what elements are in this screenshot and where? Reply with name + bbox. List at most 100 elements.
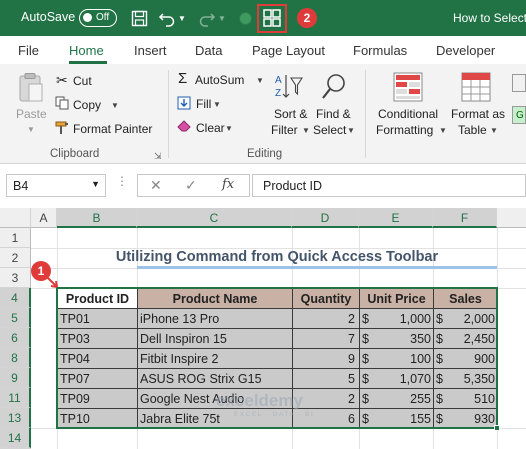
autosave-toggle[interactable]: Off [79, 9, 117, 27]
cell-product-id[interactable]: TP10 [57, 408, 138, 429]
column-header-d[interactable]: D [292, 208, 359, 228]
cell-unit-price[interactable]: $1,000 [359, 308, 434, 329]
column-header-a[interactable]: A [31, 208, 57, 228]
name-box[interactable]: B4 ▼ [6, 174, 106, 197]
tab-file[interactable]: File [18, 43, 39, 58]
autosum-dropdown-icon[interactable]: ▼ [256, 76, 264, 85]
find-select-dropdown-icon[interactable]: ▼ [347, 126, 355, 135]
cell-product-name[interactable]: iPhone 13 Pro [137, 308, 293, 329]
row-header[interactable]: 5 [0, 308, 31, 328]
find-select-label-1[interactable]: Find & [316, 107, 351, 121]
copy-button[interactable]: Copy [73, 98, 101, 112]
paste-button[interactable]: Paste [16, 107, 47, 121]
clear-eraser-icon[interactable] [177, 119, 192, 135]
cell-unit-price[interactable]: $1,070 [359, 368, 434, 389]
cell-quantity[interactable]: 2 [292, 308, 360, 329]
format-as-table-label-1[interactable]: Format as [451, 107, 505, 121]
row-header[interactable]: 14 [0, 428, 31, 448]
column-header-b[interactable]: B [57, 208, 137, 228]
header-product-name[interactable]: Product Name [137, 288, 293, 309]
tab-insert[interactable]: Insert [134, 43, 167, 58]
fill-dropdown-icon[interactable]: ▼ [213, 100, 221, 109]
redo-dropdown-icon[interactable]: ▼ [216, 7, 228, 29]
sort-filter-dropdown-icon[interactable]: ▼ [302, 126, 310, 135]
column-header-g[interactable] [497, 208, 526, 228]
format-as-table-dropdown-icon[interactable]: ▼ [490, 126, 498, 135]
cut-icon[interactable]: ✂ [56, 72, 68, 89]
row-header[interactable]: 8 [0, 348, 31, 368]
row-header[interactable]: 4 [0, 288, 31, 308]
formula-bar-grip-icon[interactable]: ⋮ [116, 174, 128, 188]
sort-filter-icon[interactable]: AZ [273, 72, 304, 105]
header-quantity[interactable]: Quantity [292, 288, 360, 309]
tab-developer[interactable]: Developer [436, 43, 495, 58]
conditional-formatting-label-1[interactable]: Conditional [378, 107, 438, 121]
clipboard-launcher-icon[interactable]: ⇲ [154, 151, 162, 162]
cell-sales[interactable]: $510 [433, 388, 498, 409]
format-painter-button[interactable]: Format Painter [73, 122, 152, 136]
column-header-f[interactable]: F [433, 208, 497, 228]
format-as-table-button[interactable]: Table [458, 123, 487, 137]
cell-unit-price[interactable]: $155 [359, 408, 434, 429]
cell-product-name[interactable]: ASUS ROG Strix G15 [137, 368, 293, 389]
conditional-formatting-dropdown-icon[interactable]: ▼ [439, 126, 447, 135]
format-painter-icon[interactable] [55, 120, 70, 138]
cell-product-id[interactable]: TP09 [57, 388, 138, 409]
header-sales[interactable]: Sales [433, 288, 498, 309]
find-select-icon[interactable] [320, 72, 348, 105]
cell-sales[interactable]: $5,350 [433, 368, 498, 389]
save-icon[interactable] [128, 7, 150, 29]
insert-function-button[interactable]: fx [222, 177, 234, 192]
fill-button[interactable]: Fill [196, 97, 211, 111]
cell-sales[interactable]: $2,450 [433, 328, 498, 349]
header-product-id[interactable]: Product ID [57, 288, 138, 309]
paste-icon[interactable] [18, 72, 44, 107]
row-header[interactable]: 11 [0, 388, 31, 408]
row-header[interactable]: 3 [0, 268, 31, 288]
undo-dropdown-icon[interactable]: ▼ [176, 7, 188, 29]
autosum-icon[interactable]: Σ [178, 70, 187, 87]
row-header[interactable]: 1 [0, 228, 31, 248]
row-header[interactable]: 6 [0, 328, 31, 348]
cell-product-id[interactable]: TP03 [57, 328, 138, 349]
cell-quantity[interactable]: 7 [292, 328, 360, 349]
copy-dropdown-icon[interactable]: ▼ [111, 101, 119, 110]
cut-button[interactable]: Cut [73, 74, 92, 88]
sort-filter-button[interactable]: Filter [271, 123, 298, 137]
tab-data[interactable]: Data [195, 43, 222, 58]
tab-home[interactable]: Home [69, 43, 104, 58]
clear-dropdown-icon[interactable]: ▼ [225, 124, 233, 133]
cell-quantity[interactable]: 5 [292, 368, 360, 389]
cell-product-id[interactable]: TP01 [57, 308, 138, 329]
record-dot-icon[interactable] [234, 7, 256, 29]
clear-button[interactable]: Clear [196, 121, 225, 135]
cell-style-normal-swatch[interactable] [512, 74, 526, 92]
name-box-dropdown-icon[interactable]: ▼ [91, 179, 100, 189]
cell-unit-price[interactable]: $100 [359, 348, 434, 369]
select-all-corner[interactable] [0, 208, 31, 228]
cell-product-id[interactable]: TP04 [57, 348, 138, 369]
cell-style-good-swatch[interactable]: G [512, 106, 526, 124]
undo-icon[interactable] [156, 7, 178, 29]
cell-sales[interactable]: $930 [433, 408, 498, 429]
redo-icon[interactable] [196, 7, 218, 29]
cancel-icon[interactable]: ✕ [150, 177, 162, 194]
column-header-e[interactable]: E [359, 208, 433, 228]
autosum-button[interactable]: AutoSum [195, 73, 244, 87]
row-header[interactable]: 13 [0, 408, 31, 428]
tab-formulas[interactable]: Formulas [353, 43, 407, 58]
cell-unit-price[interactable]: $255 [359, 388, 434, 409]
conditional-formatting-button[interactable]: Formatting [376, 123, 433, 137]
fill-handle[interactable] [494, 425, 500, 431]
cell-quantity[interactable]: 9 [292, 348, 360, 369]
tab-page-layout[interactable]: Page Layout [252, 43, 325, 58]
cell-sales[interactable]: $900 [433, 348, 498, 369]
cell-product-id[interactable]: TP07 [57, 368, 138, 389]
cell-unit-price[interactable]: $350 [359, 328, 434, 349]
row-header[interactable]: 2 [0, 248, 31, 268]
find-select-button[interactable]: Select [313, 123, 346, 137]
paste-dropdown-icon[interactable]: ▼ [27, 125, 35, 134]
header-unit-price[interactable]: Unit Price [359, 288, 434, 309]
sheet-title[interactable]: Utilizing Command from Quick Access Tool… [57, 247, 497, 267]
cell-product-name[interactable]: Dell Inspiron 15 [137, 328, 293, 349]
